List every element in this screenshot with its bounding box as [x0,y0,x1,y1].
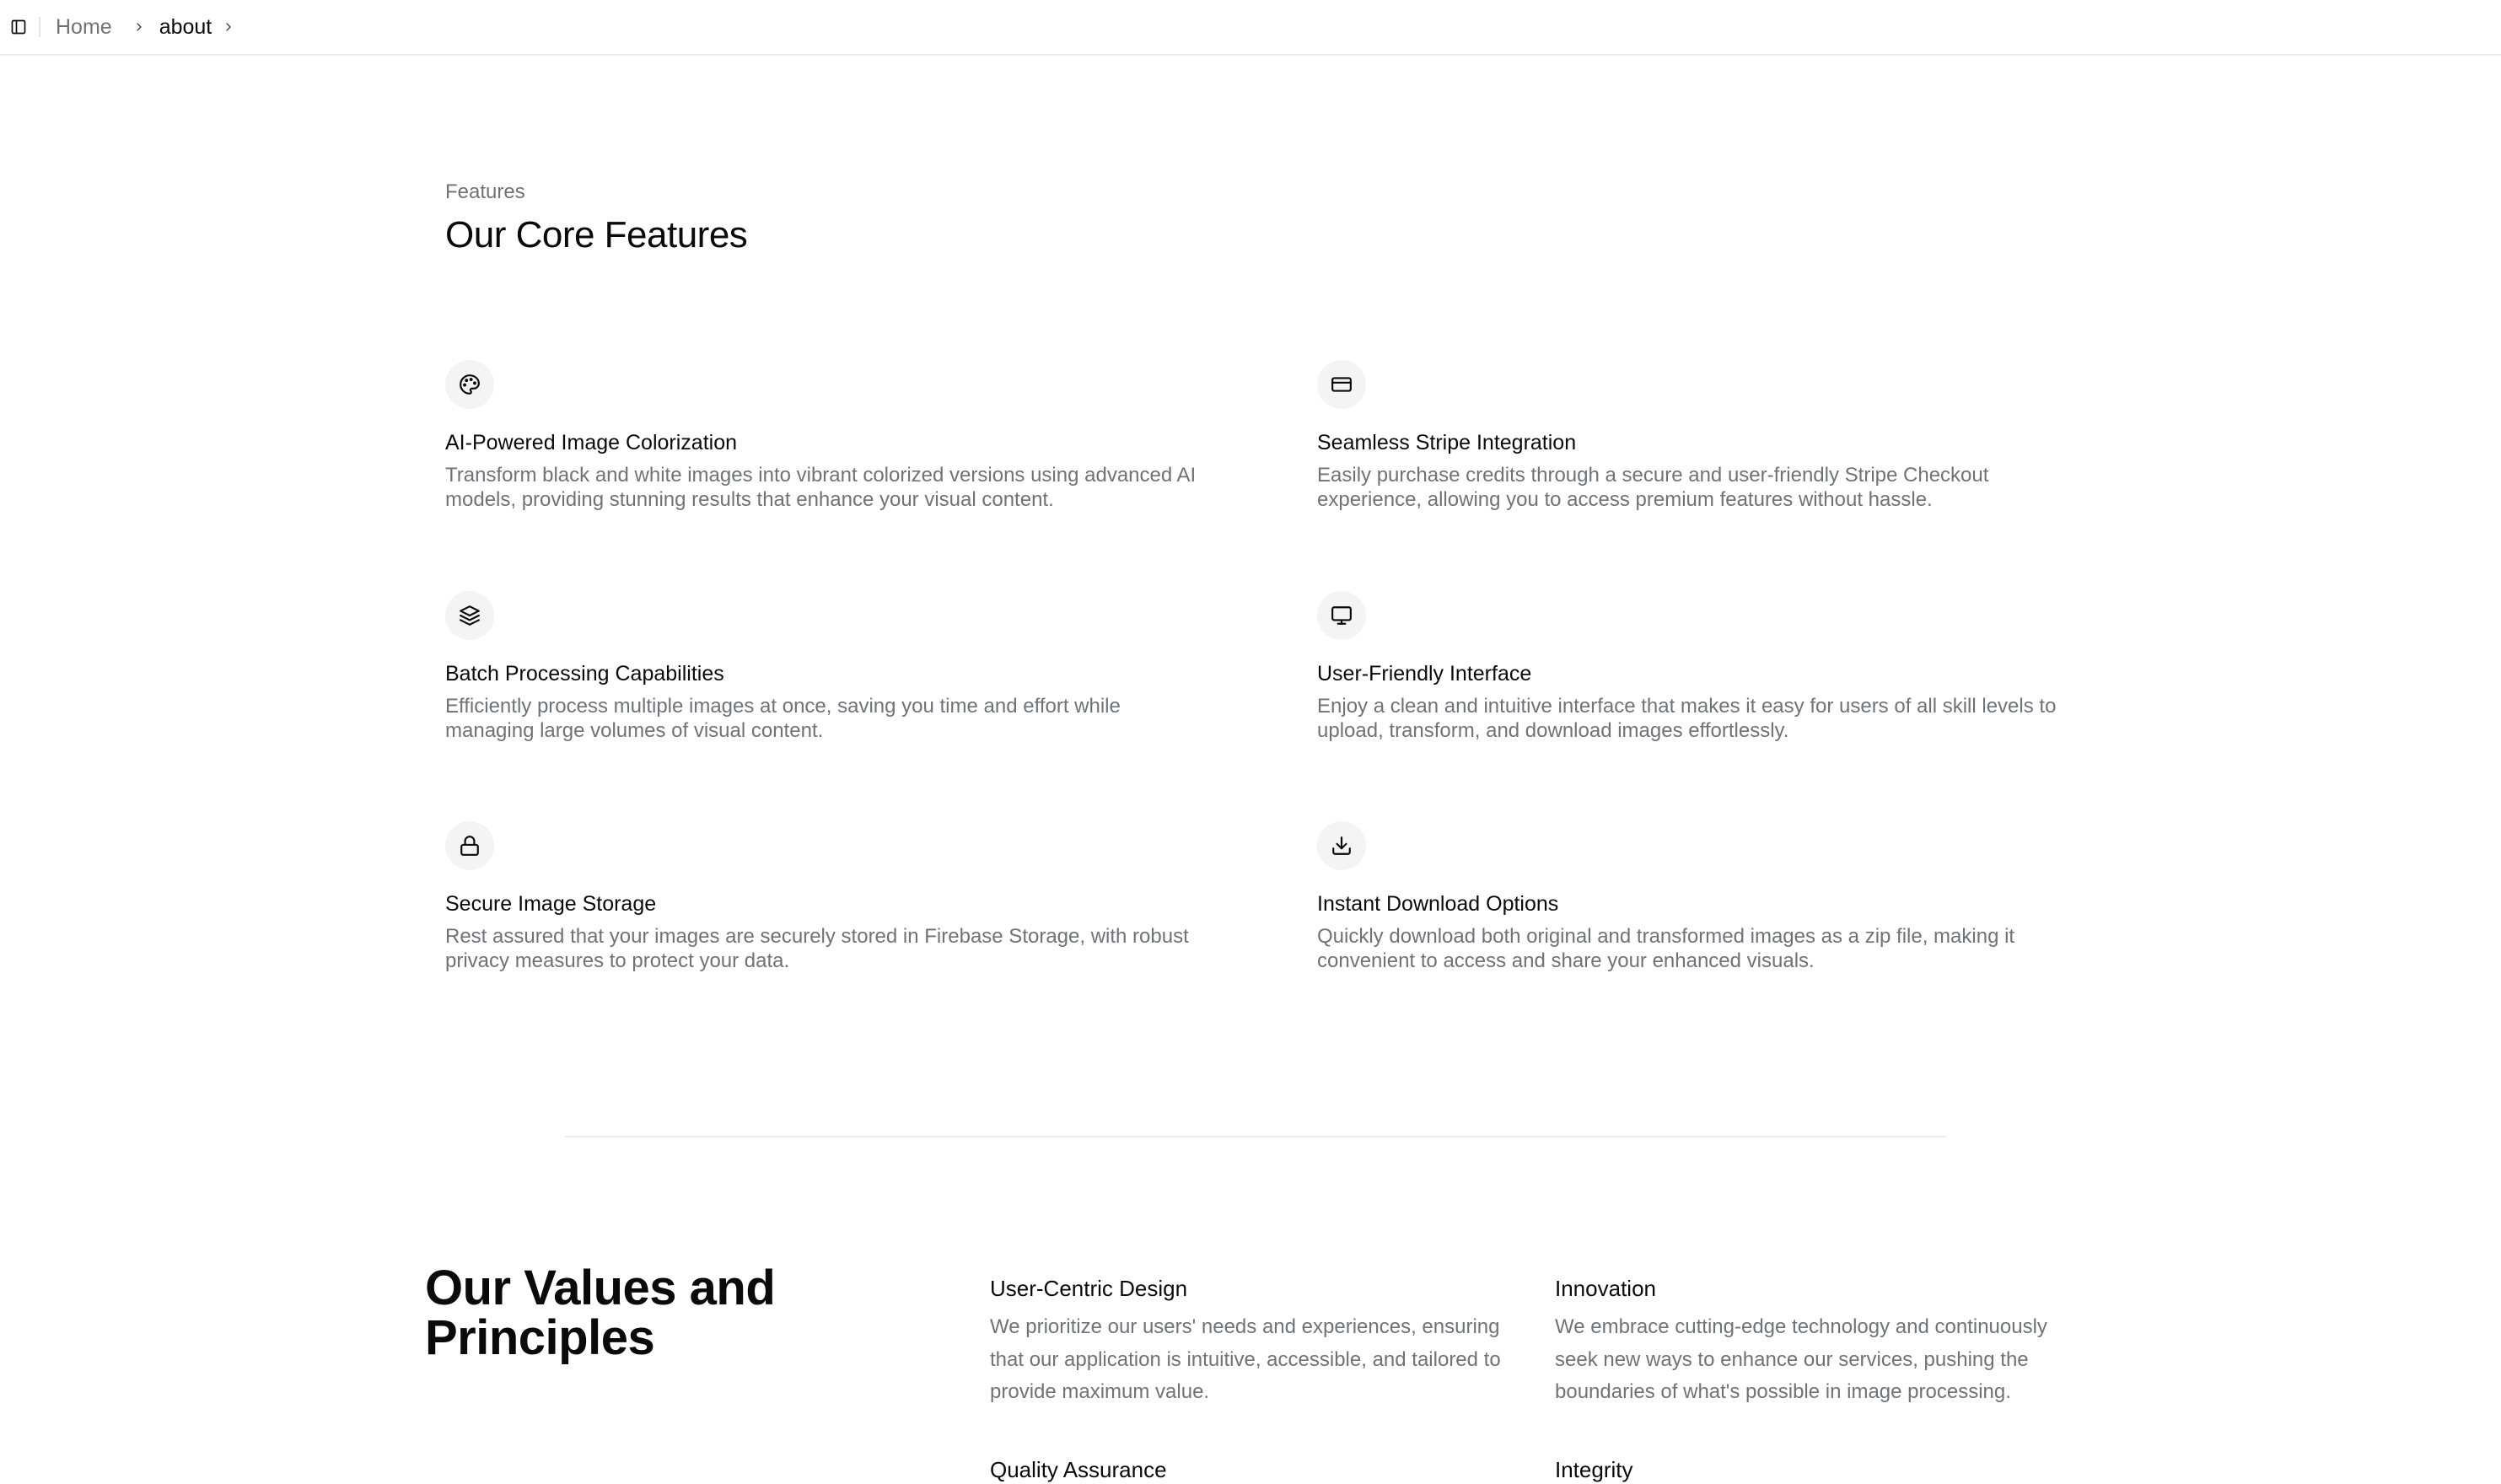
feature-title: Instant Download Options [1317,892,1559,916]
chevron-right-icon [131,19,148,35]
breadcrumb-current-page: about [159,14,212,39]
monitor-icon [1317,591,1366,640]
section-divider [565,1136,1946,1137]
value-description: We prioritize our users' needs and exper… [990,1315,1501,1403]
toolbar-divider [39,17,40,37]
feature-card: Secure Image Storage Rest assured that y… [445,821,1204,973]
credit-card-icon [1317,360,1366,409]
features-eyebrow: Features [445,180,525,203]
feature-description: Quickly download both original and trans… [1317,925,2015,972]
feature-card: Batch Processing Capabilities Efficientl… [445,591,1204,743]
feature-title: AI-Powered Image Colorization [445,431,737,454]
feature-title: Seamless Stripe Integration [1317,431,1577,454]
feature-description: Easily purchase credits through a secure… [1317,464,1989,511]
chevron-right-icon [220,19,237,35]
breadcrumb-home-link[interactable]: Home [56,15,112,40]
feature-description: Efficiently process multiple images at o… [445,695,1121,742]
values-heading: Our Values and Principles [425,1261,776,1365]
feature-description: Rest assured that your images are secure… [445,925,1189,972]
layers-icon [445,591,494,640]
feature-title: User-Friendly Interface [1317,662,1532,686]
value-title: Innovation [1555,1276,1656,1301]
features-heading: Our Core Features [445,214,748,255]
lock-icon [445,821,494,870]
value-title: Quality Assurance [990,1457,1167,1482]
download-icon [1317,821,1366,870]
feature-card: Instant Download Options Quickly downloa… [1317,821,2076,973]
value-item: Innovation We embrace cutting-edge techn… [1555,1274,2078,1409]
value-description: We embrace cutting-edge technology and c… [1555,1315,2047,1403]
sidebar-toggle-icon[interactable] [8,17,29,37]
feature-description: Enjoy a clean and intuitive interface th… [1317,695,2057,742]
value-title: Integrity [1555,1457,1633,1482]
value-title: User-Centric Design [990,1276,1188,1301]
feature-card: Seamless Stripe Integration Easily purch… [1317,360,2076,512]
value-item: User-Centric Design We prioritize our us… [990,1274,1513,1409]
feature-title: Batch Processing Capabilities [445,662,724,686]
top-bar: Home about [0,0,2501,56]
feature-description: Transform black and white images into vi… [445,464,1197,511]
feature-card: AI-Powered Image Colorization Transform … [445,360,1204,512]
palette-icon [445,360,494,409]
value-item: Quality Assurance [990,1455,1513,1484]
feature-title: Secure Image Storage [445,892,657,916]
feature-card: User-Friendly Interface Enjoy a clean an… [1317,591,2076,743]
value-item: Integrity [1555,1455,2078,1484]
breadcrumb: Home about [56,15,237,40]
